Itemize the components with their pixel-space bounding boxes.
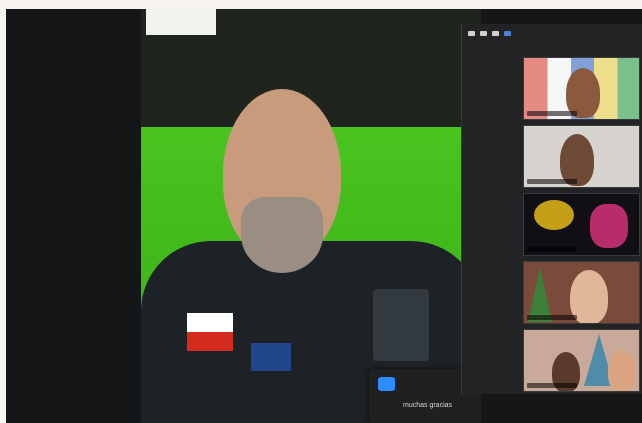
participant-tile[interactable] (523, 57, 640, 120)
active-speaker-video: muchas gracias (141, 9, 481, 423)
ceiling-light (146, 9, 216, 35)
participant-tile[interactable] (523, 193, 640, 256)
chat-icon (378, 377, 395, 391)
caption-text: muchas gracias (403, 402, 453, 409)
participant-name-bar (527, 383, 577, 388)
animated-shape (590, 204, 628, 248)
participant-tile[interactable] (523, 261, 640, 324)
video-call-window: muchas gracias (6, 9, 642, 423)
minimize-icon[interactable] (468, 30, 475, 36)
participant-tile[interactable] (523, 329, 640, 392)
participant-name-bar (527, 247, 577, 252)
gallery-view-icon[interactable] (480, 30, 487, 36)
chile-flag-patch (187, 313, 233, 351)
participant-name-bar (527, 179, 577, 184)
uk-flag-patch (251, 343, 291, 371)
speaker-view-icon[interactable] (504, 30, 511, 36)
list-view-icon[interactable] (492, 30, 499, 36)
participant-name-bar (527, 111, 577, 116)
gallery-toolbar (462, 24, 642, 42)
speaker-beard (241, 197, 323, 273)
animated-shape (534, 200, 574, 230)
participant-gallery-panel (461, 24, 642, 394)
participant-name-bar (527, 315, 577, 320)
participant-tiles (523, 57, 640, 397)
jacket-patch (373, 289, 429, 361)
participant-tile[interactable] (523, 125, 640, 188)
participant-figure (608, 350, 636, 391)
christmas-tree (528, 268, 552, 322)
